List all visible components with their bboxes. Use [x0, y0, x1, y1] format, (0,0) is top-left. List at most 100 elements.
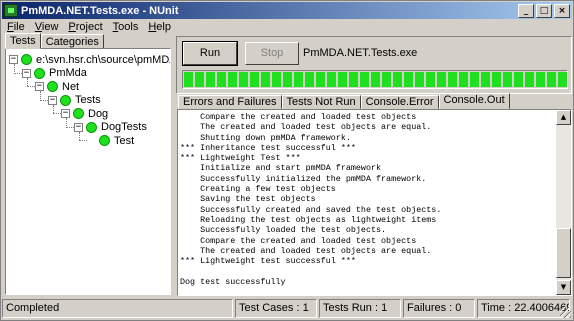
tab-errors-and-failures[interactable]: Errors and Failures	[178, 95, 282, 109]
console-line: The created and loaded test objects are …	[180, 245, 432, 256]
passed-status-icon	[21, 54, 32, 65]
status-state: Completed	[2, 299, 233, 318]
scroll-up-icon[interactable]: ▲	[556, 110, 571, 125]
console-output-panel[interactable]: Compare the created and loaded test obje…	[177, 109, 572, 296]
progress-segment	[448, 72, 457, 87]
run-button[interactable]: Run	[182, 41, 238, 66]
tree-node-label: Test	[114, 134, 135, 147]
progress-segment	[547, 72, 556, 87]
progress-segment	[536, 72, 545, 87]
progress-segment	[525, 72, 534, 87]
tab-tests[interactable]: Tests	[5, 33, 41, 49]
tree-node[interactable]: − Dog	[61, 107, 108, 120]
console-line: Dog test successfully	[180, 276, 286, 287]
status-failures: Failures : 0	[403, 299, 475, 318]
console-output-text: Compare the created and loaded test obje…	[180, 112, 558, 293]
progress-segment	[514, 72, 523, 87]
stop-button[interactable]: Stop	[245, 42, 299, 65]
tree-node[interactable]: Test	[87, 134, 134, 147]
menu-project[interactable]: Project	[63, 20, 107, 35]
progress-segment	[239, 72, 248, 87]
progress-segment	[426, 72, 435, 87]
tree-node-label: PmMda	[49, 67, 87, 79]
progress-segment	[470, 72, 479, 87]
tree-connector	[53, 113, 61, 114]
progress-segment	[437, 72, 446, 87]
test-tree[interactable]: −e:\svn.hsr.ch\source\pmMDA.NET\−PmMda−N…	[5, 48, 171, 295]
progress-segment	[206, 72, 215, 87]
tree-connector	[66, 126, 74, 128]
console-line: Creating a few test objects	[180, 184, 336, 195]
nunit-app-icon	[4, 4, 18, 17]
resize-grip-icon[interactable]	[560, 307, 571, 318]
tree-node-label: DogTests	[101, 121, 147, 133]
progress-segment	[228, 72, 237, 87]
tab-console-out[interactable]: Console.Out	[438, 93, 510, 109]
console-line: Initialize and start pmMDA framework	[180, 163, 382, 174]
scroll-down-icon[interactable]: ▼	[556, 280, 571, 295]
tree-node[interactable]: − Net	[35, 80, 79, 93]
progress-segment	[393, 72, 402, 87]
status-bar: Completed Test Cases : 1 Tests Run : 1 F…	[2, 298, 572, 319]
menu-help[interactable]: Help	[143, 20, 176, 35]
progress-segment	[217, 72, 226, 87]
console-line: Successfully loaded the test objects.	[180, 225, 387, 236]
progress-segment	[415, 72, 424, 87]
tree-node[interactable]: − Tests	[48, 94, 101, 107]
progress-segment	[503, 72, 512, 87]
status-tests-run: Tests Run : 1	[319, 299, 401, 318]
console-line: Successfully created and saved the test …	[180, 204, 442, 215]
nunit-window: PmMDA.NET.Tests.exe - NUnit _ □ × File Vi…	[0, 0, 574, 321]
console-line: *** Inheritance test successful ***	[180, 142, 356, 153]
console-line: Saving the test objects	[180, 194, 316, 205]
collapse-icon[interactable]: −	[9, 55, 18, 64]
tab-console-error[interactable]: Console.Error	[360, 95, 439, 109]
passed-status-icon	[34, 67, 45, 79]
tree-node-label: e:\svn.hsr.ch\source\pmMDA.NET\	[36, 53, 170, 66]
collapse-icon[interactable]: −	[74, 122, 83, 132]
assembly-name: PmMDA.NET.Tests.exe	[303, 47, 418, 59]
tree-connector	[27, 86, 35, 87]
tree-node-label: Tests	[75, 94, 101, 106]
collapse-icon[interactable]: −	[22, 68, 31, 78]
minimize-icon[interactable]: _	[518, 4, 534, 18]
left-tab-strip: Tests Categories	[5, 33, 104, 49]
passed-status-icon	[86, 121, 97, 133]
tree-node[interactable]: − e:\svn.hsr.ch\source\pmMDA.NET\	[9, 53, 170, 66]
maximize-icon[interactable]: □	[536, 4, 552, 18]
tree-connector	[79, 140, 87, 141]
passed-status-icon	[73, 108, 84, 119]
progress-segment	[250, 72, 259, 87]
scroll-thumb[interactable]	[556, 228, 571, 278]
progress-bar	[182, 70, 568, 89]
vertical-scrollbar[interactable]: ▲ ▼	[556, 110, 571, 295]
progress-segment	[305, 72, 314, 87]
tree-connector	[27, 77, 28, 86]
console-line: Reloading the test objects as lightweigh…	[180, 214, 437, 225]
menu-tools[interactable]: Tools	[108, 20, 144, 35]
progress-segment	[327, 72, 336, 87]
status-time: Time : 22.4006469	[477, 299, 570, 318]
collapse-icon[interactable]: −	[48, 95, 57, 105]
progress-segment	[338, 72, 347, 87]
close-icon[interactable]: ×	[554, 4, 570, 18]
progress-segment	[316, 72, 325, 87]
console-line: Compare the created and loaded test obje…	[180, 235, 417, 246]
collapse-icon[interactable]: −	[61, 109, 70, 118]
tree-connector	[53, 104, 54, 113]
progress-segment	[195, 72, 204, 87]
console-line: Shutting down pmMDA framework.	[180, 132, 351, 143]
progress-segment	[404, 72, 413, 87]
tab-tests-not-run[interactable]: Tests Not Run	[281, 95, 361, 109]
tab-categories[interactable]: Categories	[40, 34, 104, 49]
console-line: *** Lightweight test successful ***	[180, 256, 356, 267]
tree-node[interactable]: − PmMda	[22, 67, 87, 80]
title-bar[interactable]: PmMDA.NET.Tests.exe - NUnit _ □ ×	[2, 2, 572, 19]
progress-segment	[349, 72, 358, 87]
collapse-icon[interactable]: −	[35, 82, 44, 91]
passed-status-icon	[47, 81, 58, 92]
run-panel: Run Stop PmMDA.NET.Tests.exe	[176, 36, 572, 94]
passed-status-icon	[99, 135, 110, 146]
tree-node[interactable]: − DogTests	[74, 121, 147, 134]
tree-connector	[66, 118, 67, 126]
